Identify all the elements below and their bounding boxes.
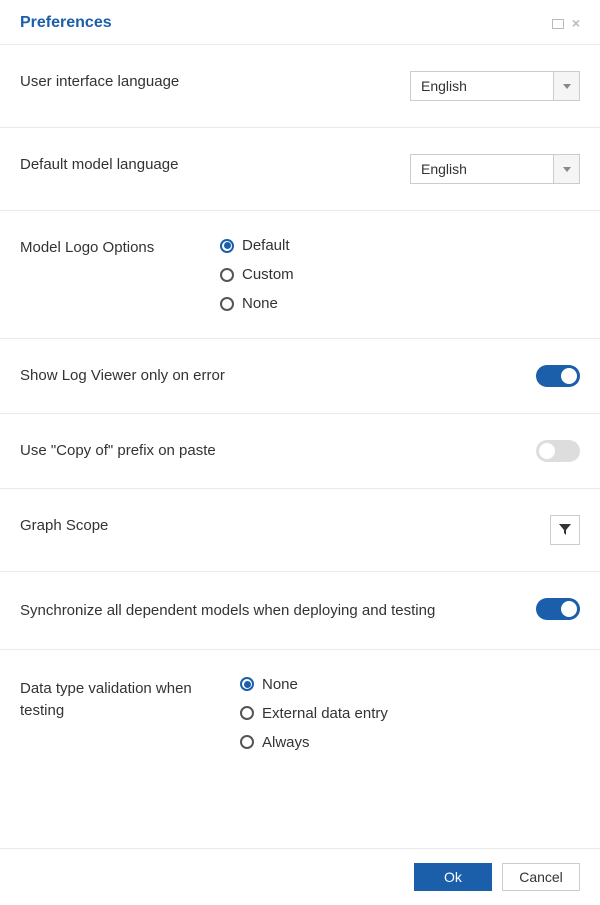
maximize-icon[interactable] (552, 16, 564, 30)
dialog-header: Preferences × (0, 0, 600, 45)
toggle-log-viewer[interactable] (536, 365, 580, 387)
row-graph-scope: Graph Scope (0, 489, 600, 572)
row-logo-options: Model Logo Options Default Custom None (0, 211, 600, 339)
close-icon[interactable]: × (572, 16, 580, 30)
label-log-viewer: Show Log Viewer only on error (20, 365, 300, 384)
label-validation: Data type validation when testing (20, 676, 240, 723)
chevron-down-icon (563, 167, 571, 172)
radio-icon (220, 268, 234, 282)
radio-label: Custom (242, 266, 294, 283)
toggle-sync-models[interactable] (536, 598, 580, 620)
window-controls: × (552, 16, 580, 30)
radio-validation-always[interactable]: Always (240, 734, 580, 751)
label-ui-language: User interface language (20, 71, 220, 90)
radio-label: None (262, 676, 298, 693)
radio-label: Default (242, 237, 290, 254)
radio-label: Always (262, 734, 310, 751)
radio-icon (220, 239, 234, 253)
radio-icon (240, 706, 254, 720)
row-model-language: Default model language English (0, 128, 600, 211)
row-ui-language: User interface language English (0, 45, 600, 128)
radio-logo-custom[interactable]: Custom (220, 266, 580, 283)
chevron-down-icon (563, 84, 571, 89)
toggle-copy-prefix[interactable] (536, 440, 580, 462)
radio-logo-none[interactable]: None (220, 295, 580, 312)
dialog-title: Preferences (20, 14, 112, 32)
row-copy-prefix: Use "Copy of" prefix on paste (0, 414, 600, 489)
select-model-language-value: English (411, 155, 553, 183)
radio-validation-external[interactable]: External data entry (240, 705, 580, 722)
radio-label: External data entry (262, 705, 388, 722)
label-sync-models: Synchronize all dependent models when de… (20, 598, 520, 623)
radio-icon (220, 297, 234, 311)
label-graph-scope: Graph Scope (20, 515, 300, 534)
radio-validation-none[interactable]: None (240, 676, 580, 693)
select-ui-language[interactable]: English (410, 71, 580, 101)
radio-logo-default[interactable]: Default (220, 237, 580, 254)
dialog-footer: Ok Cancel (0, 848, 600, 905)
radio-icon (240, 677, 254, 691)
row-sync-models: Synchronize all dependent models when de… (0, 572, 600, 650)
graph-scope-filter-button[interactable] (550, 515, 580, 545)
select-ui-language-value: English (411, 72, 553, 100)
label-copy-prefix: Use "Copy of" prefix on paste (20, 440, 300, 459)
ok-button[interactable]: Ok (414, 863, 492, 891)
radio-icon (240, 735, 254, 749)
label-model-language: Default model language (20, 154, 220, 173)
label-logo-options: Model Logo Options (20, 237, 220, 256)
select-model-language-caret[interactable] (553, 155, 579, 183)
cancel-button[interactable]: Cancel (502, 863, 580, 891)
radio-label: None (242, 295, 278, 312)
filter-icon (559, 524, 571, 536)
select-ui-language-caret[interactable] (553, 72, 579, 100)
row-log-viewer: Show Log Viewer only on error (0, 339, 600, 414)
row-validation: Data type validation when testing None E… (0, 650, 600, 777)
select-model-language[interactable]: English (410, 154, 580, 184)
